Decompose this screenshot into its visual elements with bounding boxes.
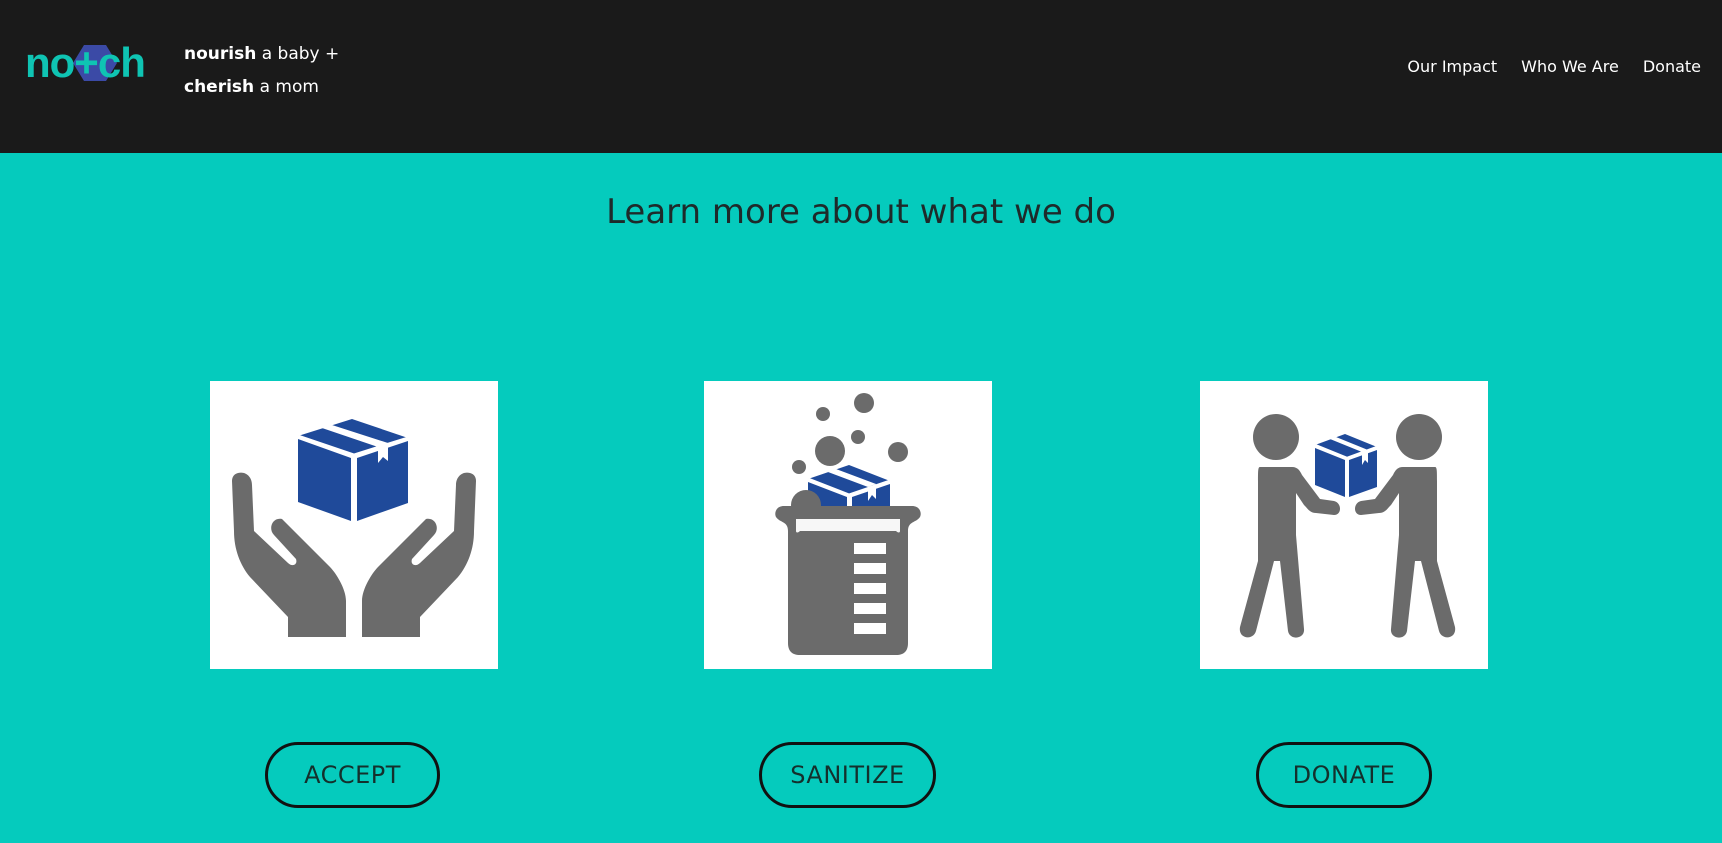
- nav-donate[interactable]: Donate: [1643, 57, 1701, 76]
- people-handing-box-icon: [1239, 414, 1456, 638]
- beaker-with-box-icon: [775, 393, 921, 655]
- hands-holding-box-icon: [232, 419, 476, 637]
- logo-text: no+ch: [25, 39, 146, 86]
- tagline-baby: a baby +: [261, 44, 340, 64]
- main-nav: Our Impact Who We Are Donate: [1407, 57, 1701, 76]
- sanitize-card[interactable]: [704, 381, 992, 669]
- site-header: no+ch nourish a baby + cherish a mom Our…: [0, 0, 1722, 153]
- box-icon: [297, 419, 409, 521]
- tagline-cherish: cherish: [184, 77, 255, 97]
- section-heading: Learn more about what we do: [606, 192, 1116, 232]
- nav-who-we-are[interactable]: Who We Are: [1521, 57, 1619, 76]
- tagline-nourish: nourish: [184, 44, 257, 64]
- accept-button[interactable]: ACCEPT: [265, 742, 440, 808]
- nav-our-impact[interactable]: Our Impact: [1407, 57, 1497, 76]
- bubbles-icon: [792, 393, 908, 474]
- donate-button[interactable]: DONATE: [1256, 742, 1432, 808]
- sanitize-button[interactable]: SANITIZE: [759, 742, 936, 808]
- box-icon: [1314, 434, 1378, 497]
- logo[interactable]: no+ch: [25, 38, 146, 88]
- donate-card[interactable]: [1200, 381, 1488, 669]
- accept-card[interactable]: [210, 381, 498, 669]
- tagline: nourish a baby + cherish a mom: [184, 38, 339, 104]
- tagline-mom: a mom: [259, 77, 319, 97]
